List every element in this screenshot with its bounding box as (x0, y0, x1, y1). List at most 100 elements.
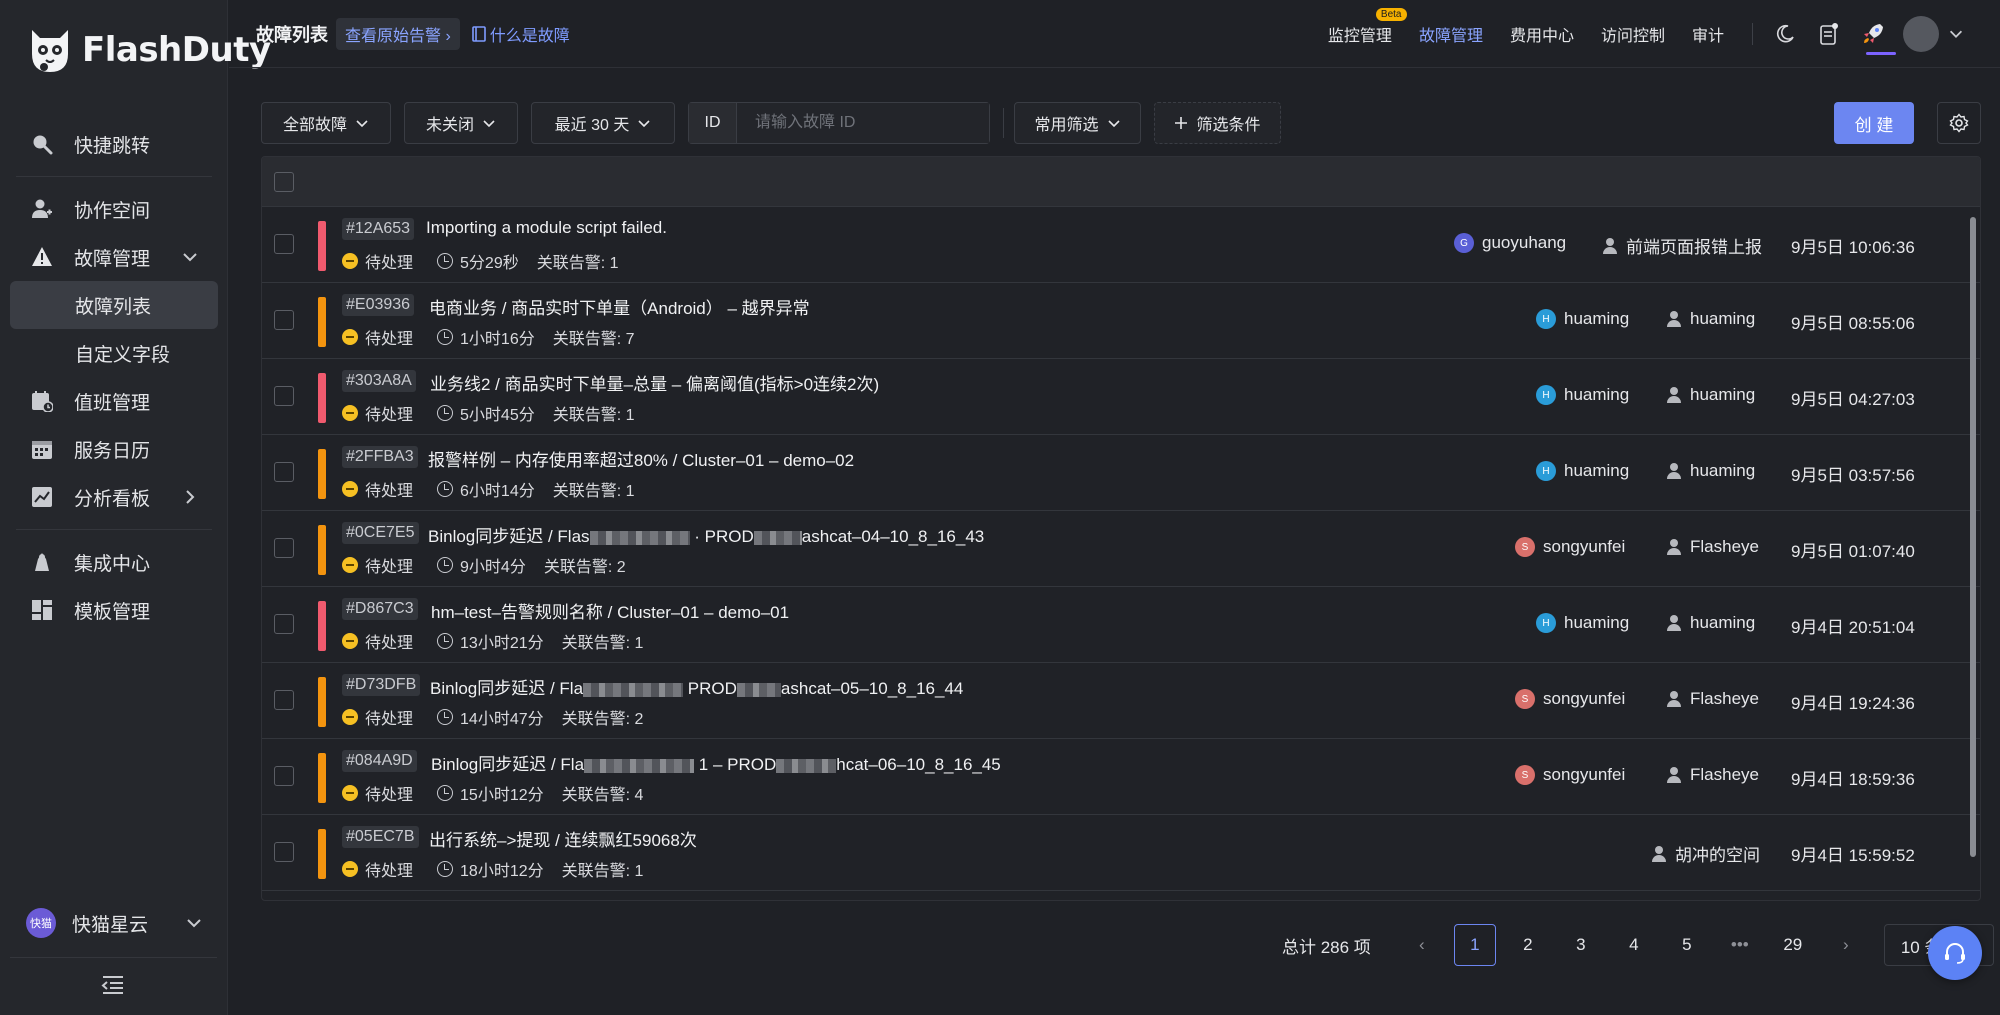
clock-icon (437, 405, 454, 421)
table-row[interactable]: #12A653 Importing a module script failed… (262, 207, 1980, 283)
space: Flasheye (1666, 689, 1759, 709)
nav-incident-management[interactable]: 故障管理 (1419, 22, 1483, 46)
user-icon (1666, 387, 1682, 403)
clock-icon (437, 253, 454, 269)
create-incident-button[interactable]: 创 建 (1834, 102, 1914, 144)
table-row[interactable]: #E03936 电商业务 / 商品实时下单量（Android） – 越界异常 待… (262, 283, 1980, 359)
jump-next-button[interactable]: ••• (1719, 924, 1761, 966)
related-alerts: 关联告警: 4 (561, 787, 644, 804)
incident-title[interactable]: hm–test–告警规则名称 / Cluster–01 – demo–01 (431, 598, 789, 623)
page-button[interactable]: 5 (1666, 924, 1708, 966)
incident-title[interactable]: Binlog同步延迟 / Flas · PROD ashcat–04–10_8_1… (428, 522, 984, 547)
nav-access-control[interactable]: 访问控制 (1601, 22, 1665, 46)
table-row[interactable]: #D73DFB Binlog同步延迟 / Fla PROD ashcat–05–1… (262, 663, 1980, 739)
page-button[interactable]: 1 (1453, 924, 1496, 966)
headset-icon (1945, 943, 1965, 964)
sidebar-item-integrations[interactable]: 集成中心 (10, 538, 218, 586)
table-scrollbar[interactable] (1970, 217, 1976, 857)
incident-meta: 待处理 13小时21分 关联告警: 1 (342, 629, 643, 653)
status-filter-select[interactable]: 未关闭 (404, 102, 518, 144)
incident-id-input[interactable] (737, 103, 989, 143)
row-checkbox[interactable] (274, 234, 294, 254)
nav-audit[interactable]: 审计 (1692, 22, 1724, 46)
page-button[interactable]: 4 (1613, 924, 1655, 966)
assignee-avatar: S (1515, 537, 1535, 557)
time-range-select[interactable]: 最近 30 天 (531, 102, 675, 144)
support-chat-button[interactable] (1928, 926, 1982, 980)
redacted-text (753, 530, 802, 545)
sidebar-item-custom-fields[interactable]: 自定义字段 (10, 329, 218, 377)
next-page-button[interactable]: › (1825, 924, 1867, 966)
row-checkbox[interactable] (274, 462, 294, 482)
sidebar-item-incident-management[interactable]: 故障管理 (10, 233, 218, 281)
related-alerts: 关联告警: 1 (536, 255, 619, 272)
table-row[interactable]: #0CE7E5 Binlog同步延迟 / Flas · PROD ashcat–0… (262, 511, 1980, 587)
add-filter-button[interactable]: 筛选条件 (1154, 102, 1281, 144)
incident-title[interactable]: 电商业务 / 商品实时下单量（Android） – 越界异常 (429, 294, 810, 319)
incident-title[interactable]: Importing a module script failed. (426, 218, 667, 238)
row-checkbox[interactable] (274, 538, 294, 558)
page-button[interactable]: 3 (1560, 924, 1602, 966)
pagination: 总计 286 项 ‹ 1 2 3 4 5 ••• 29 › 10 条/页 (1282, 924, 1994, 966)
duration: 13小时21分 (460, 635, 544, 652)
row-checkbox[interactable] (274, 386, 294, 406)
sidebar-item-quick-jump[interactable]: 快捷跳转 (10, 120, 218, 168)
row-checkbox[interactable] (274, 842, 294, 862)
rocket-icon[interactable] (1860, 21, 1886, 47)
severity-bar (318, 829, 326, 879)
chevron-down-icon[interactable] (1947, 25, 1965, 43)
sidebar-item-on-call[interactable]: 值班管理 (10, 377, 218, 425)
space-name: Flasheye (1690, 765, 1759, 784)
row-checkbox[interactable] (274, 690, 294, 710)
incident-title[interactable]: 出行系统–>提现 / 连续飘红59068次 (429, 826, 697, 851)
sidebar-item-service-calendar[interactable]: 服务日历 (10, 425, 218, 473)
calendar-clock-icon (30, 389, 54, 413)
nav-billing[interactable]: 费用中心 (1510, 22, 1574, 46)
scope-filter-select[interactable]: 全部故障 (261, 102, 391, 144)
collapse-sidebar-icon[interactable] (100, 974, 126, 996)
row-checkbox[interactable] (274, 614, 294, 634)
time-range-value: 最近 30 天 (554, 117, 630, 134)
assignee: H huaming (1536, 461, 1629, 481)
sidebar-item-workspace[interactable]: 协作空间 (10, 185, 218, 233)
assignee-name: huaming (1564, 309, 1630, 328)
status-label: 待处理 (365, 787, 414, 804)
incident-title[interactable]: 报警样例 – 内存使用率超过80% / Cluster–01 – demo–02 (428, 446, 854, 471)
page-button[interactable]: 29 (1772, 924, 1814, 966)
related-alerts: 关联告警: 1 (552, 407, 635, 424)
nav-monitoring[interactable]: 监控管理 Beta (1328, 8, 1407, 46)
notes-icon[interactable] (1816, 21, 1842, 47)
clock-icon (437, 709, 454, 725)
prev-page-button[interactable]: ‹ (1401, 924, 1443, 966)
page-button[interactable]: 2 (1507, 924, 1549, 966)
chart-icon (30, 485, 54, 509)
incident-id: #D73DFB (342, 674, 421, 696)
table-row[interactable]: #084A9D Binlog同步延迟 / Fla 1 – PROD hcat–06… (262, 739, 1980, 815)
sidebar-item-templates[interactable]: 模板管理 (10, 586, 218, 634)
table-settings-button[interactable] (1937, 102, 1981, 144)
sidebar-item-incident-list[interactable]: 故障列表 (10, 281, 218, 329)
incident-title[interactable]: 业务线2 / 商品实时下单量–总量 – 偏离阈值(指标>0连续2次) (430, 370, 879, 395)
incident-title[interactable]: Binlog同步延迟 / Fla PROD ashcat–05–10_8_16_4… (430, 674, 963, 699)
table-row[interactable]: #2FFBA3 报警样例 – 内存使用率超过80% / Cluster–01 –… (262, 435, 1980, 511)
table-row[interactable]: #05EC7B 出行系统–>提现 / 连续飘红59068次 待处理 18小时12… (262, 815, 1980, 891)
common-filter-select[interactable]: 常用筛选 (1014, 102, 1141, 144)
assignee-avatar: H (1536, 613, 1556, 633)
workspace-switcher[interactable]: 快猫 快猫星云 (26, 908, 204, 938)
top-nav: 监控管理 Beta 故障管理 费用中心 访问控制 审计 (1328, 0, 1965, 68)
dark-mode-icon[interactable] (1772, 21, 1798, 47)
table-row[interactable]: #303A8A 业务线2 / 商品实时下单量–总量 – 偏离阈值(指标>0连续2… (262, 359, 1980, 435)
row-checkbox[interactable] (274, 310, 294, 330)
what-is-incident-link[interactable]: 什么是故障 (471, 22, 570, 46)
user-avatar[interactable] (1903, 16, 1939, 52)
severity-bar (318, 753, 326, 803)
incident-title[interactable]: Binlog同步延迟 / Fla 1 – PROD hcat–06–10_8_16… (431, 750, 1001, 775)
sidebar-item-label: 自定义字段 (75, 344, 171, 366)
view-raw-alerts-link[interactable]: 查看原始告警 › (336, 17, 460, 50)
row-checkbox[interactable] (274, 766, 294, 786)
table-row[interactable]: #D867C3 hm–test–告警规则名称 / Cluster–01 – de… (262, 587, 1980, 663)
select-all-checkbox[interactable] (274, 172, 294, 192)
sidebar-item-label: 值班管理 (74, 392, 151, 414)
incident-title-text: Binlog同步延迟 / Flas (428, 527, 590, 546)
sidebar-item-analytics[interactable]: 分析看板 (10, 473, 218, 521)
